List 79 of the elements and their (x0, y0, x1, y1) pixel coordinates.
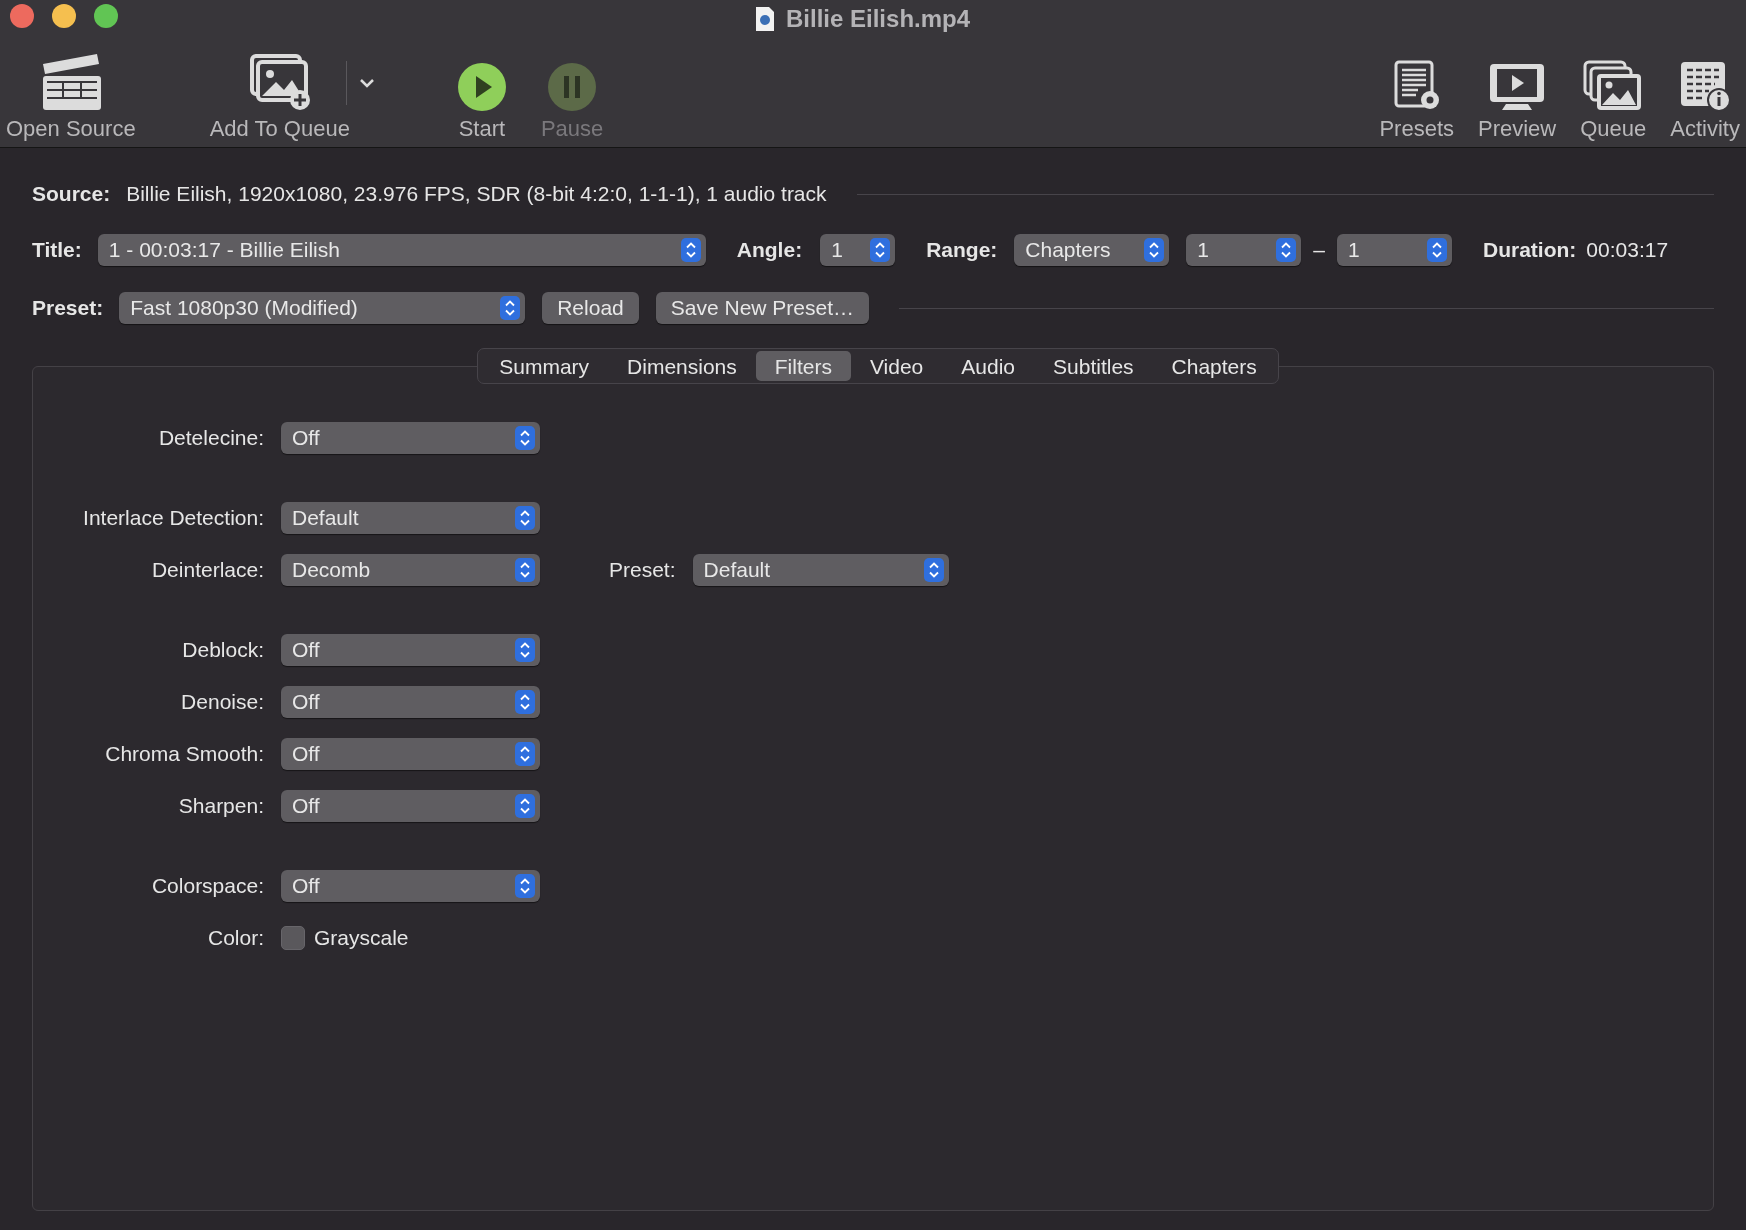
tab[interactable]: Filters (755, 351, 851, 381)
toolbar-button[interactable]: Queue (1574, 30, 1653, 140)
push-button[interactable]: Reload (542, 292, 639, 324)
stepper-icon (515, 742, 535, 766)
stepper-icon (500, 296, 521, 320)
toolbar-button[interactable]: Open Source (0, 30, 142, 140)
stepper-icon (680, 238, 701, 262)
toolbar-button[interactable]: Presets (1373, 30, 1460, 140)
dropdown[interactable]: 1 (820, 234, 896, 266)
tab[interactable]: Chapters (1152, 351, 1276, 381)
stepper-icon (1427, 238, 1447, 262)
dropdown[interactable]: Chapters (1014, 234, 1170, 266)
checkbox-label: Grayscale (314, 925, 409, 952)
toolbar-button[interactable]: Add To Queue (203, 30, 356, 140)
range-separator: – (1313, 237, 1325, 264)
stepper-icon (515, 558, 535, 582)
dropdown[interactable]: 1 - 00:03:17 - Billie Eilish (97, 234, 706, 266)
stepper-icon (515, 874, 535, 898)
field-label: Range: (926, 237, 998, 264)
stepper-icon (515, 638, 535, 662)
play-icon (456, 62, 507, 112)
field-label: Deinterlace: (150, 557, 264, 584)
push-button[interactable]: Save New Preset… (655, 292, 869, 324)
zoom-button[interactable] (94, 4, 118, 28)
duration-value: 00:03:17 (1586, 237, 1669, 264)
checkbox[interactable] (281, 926, 305, 950)
dropdown[interactable]: Default (281, 502, 540, 534)
field-label: Sharpen: (177, 793, 264, 820)
field-label: Detelecine: (157, 425, 264, 452)
document-icon (754, 6, 776, 32)
field-label: Colorspace: (150, 873, 264, 900)
field-label: Source: (32, 181, 111, 208)
stepper-icon (1276, 238, 1297, 262)
stepper-icon (870, 238, 891, 262)
dropdown[interactable]: Off (281, 422, 540, 454)
images-stack-icon (1583, 60, 1644, 112)
dropdown[interactable]: Decomb (281, 554, 540, 586)
field-label: Interlace Detection: (82, 505, 264, 532)
dropdown[interactable]: Off (281, 634, 540, 666)
field-label: Duration: (1483, 237, 1577, 264)
minimize-button[interactable] (52, 4, 76, 28)
window-title: Billie Eilish.mp4 (786, 4, 971, 34)
dropdown[interactable]: Off (281, 738, 540, 770)
dropdown[interactable]: Off (281, 870, 540, 902)
toolbar-button[interactable]: Preview (1472, 30, 1563, 140)
tab[interactable]: Summary (480, 351, 609, 381)
stepper-icon (515, 426, 535, 450)
field-label: Title: (32, 237, 82, 264)
toolbar-button[interactable]: Start (450, 30, 513, 140)
field-label: Chroma Smooth: (104, 741, 264, 768)
toolbar-button[interactable]: Activity (1664, 30, 1746, 140)
dropdown[interactable]: Default (692, 554, 949, 586)
dropdown[interactable]: Off (281, 790, 540, 822)
stepper-icon (515, 794, 535, 818)
field-label: Color: (206, 925, 264, 952)
tab[interactable]: Dimensions (608, 351, 756, 381)
pause-icon (547, 62, 598, 112)
dropdown[interactable]: 1 (1186, 234, 1302, 266)
field-label: Deblock: (181, 637, 264, 664)
chevron-down-icon[interactable] (358, 78, 375, 88)
dropdown[interactable]: 1 (1337, 234, 1452, 266)
dropdown[interactable]: Off (281, 686, 540, 718)
stepper-icon (1144, 238, 1165, 262)
field-label: Preset: (32, 295, 104, 322)
stepper-icon (515, 690, 535, 714)
field-label: Angle: (736, 237, 803, 264)
tab[interactable]: Video (850, 351, 943, 381)
close-button[interactable] (10, 4, 34, 28)
tab[interactable]: Audio (942, 351, 1034, 381)
tab[interactable]: Subtitles (1034, 351, 1153, 381)
field-label: Preset: (609, 558, 676, 582)
dropdown[interactable]: Fast 1080p30 (Modified) (119, 292, 526, 324)
add-image-icon (247, 52, 312, 112)
field-label: Denoise: (180, 689, 264, 716)
monitor-play-icon (1488, 62, 1547, 112)
stepper-icon (515, 506, 535, 530)
stepper-icon (923, 558, 944, 582)
log-info-icon (1679, 60, 1732, 112)
source-info: Billie Eilish, 1920x1080, 23.976 FPS, SDR (8-bit 4:2:0, 1-1-1), 1 audio track (126, 181, 827, 208)
